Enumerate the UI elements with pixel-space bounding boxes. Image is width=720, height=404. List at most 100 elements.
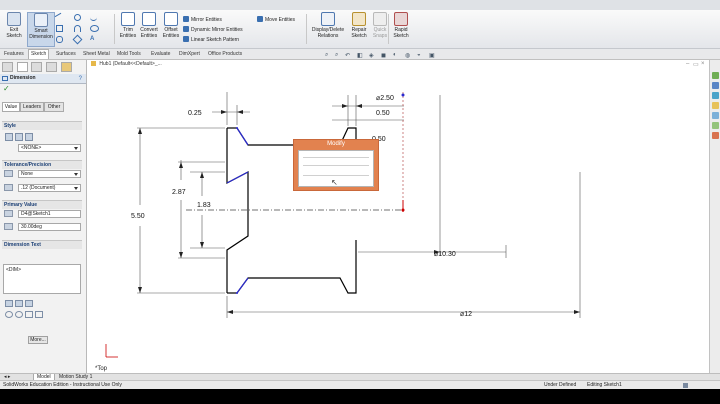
primary-value-section-header[interactable]: Primary Value	[2, 200, 82, 209]
dimension-text-box[interactable]: <DIM>	[3, 264, 81, 294]
zoom-area-icon[interactable]: ⌕	[335, 52, 338, 59]
minimize-icon[interactable]: –	[686, 61, 689, 67]
tab-dimxpert[interactable]: DimXpert	[177, 50, 202, 59]
sketch-point[interactable]	[236, 292, 238, 294]
mirror-entities-button[interactable]: Mirror Entities	[183, 16, 222, 24]
rapid-sketch-button[interactable]: Rapid Sketch	[389, 12, 413, 39]
feature-manager-tab[interactable]	[2, 62, 13, 72]
dynamic-mirror-button[interactable]: Dynamic Mirror Entities	[183, 26, 243, 34]
diameter-symbol-icon[interactable]	[5, 311, 13, 318]
tab-surfaces[interactable]: Surfaces	[54, 50, 78, 59]
polygon-tool-icon[interactable]	[72, 34, 83, 45]
zoom-to-fit-icon[interactable]: ⌕	[325, 52, 328, 59]
circle-tool-icon[interactable]	[74, 14, 81, 21]
display-manager-tab[interactable]	[60, 62, 72, 72]
smart-dimension-button[interactable]: Smart Dimension	[27, 12, 55, 47]
graphics-area[interactable]: 0.25 ⌀2.50 0.50 0.50 2.87 1.83 5.50 ⌀10.…	[87, 60, 709, 373]
text-tool-icon[interactable]: A	[90, 36, 97, 43]
dimension-text-section-header[interactable]: Dimension Text	[2, 240, 82, 249]
precision-dropdown[interactable]: .12 (Document)	[18, 184, 81, 192]
tolerance-section-header[interactable]: Tolerance/Precision	[2, 160, 82, 169]
spline-tool-icon[interactable]	[90, 14, 97, 21]
modify-dialog[interactable]: Modify ↖	[293, 139, 379, 191]
dimension-0.50-top[interactable]: 0.50	[376, 110, 390, 117]
chamfer-inner-top[interactable]	[226, 171, 249, 184]
sketch-profile-left[interactable]	[226, 128, 249, 293]
modify-value-field[interactable]	[303, 165, 369, 166]
style-dropdown[interactable]: <NONE>	[18, 144, 81, 152]
design-library-icon[interactable]	[712, 82, 719, 89]
display-delete-relations-button[interactable]: Display/Delete Relations	[309, 12, 347, 39]
appearances-icon[interactable]	[712, 112, 719, 119]
tab-sheet-metal[interactable]: Sheet Metal	[81, 50, 112, 59]
dimxpert-manager-tab[interactable]	[46, 62, 58, 72]
dimension-0.25[interactable]: 0.25	[188, 110, 202, 117]
subtab-value[interactable]: Value	[2, 102, 20, 112]
centerline-symbol-icon[interactable]	[35, 311, 43, 318]
view-settings-icon[interactable]: ▣	[429, 52, 435, 59]
symbol-button[interactable]	[5, 300, 13, 307]
section-view-icon[interactable]: ◧	[357, 52, 363, 59]
chamfer-bottom[interactable]	[236, 277, 249, 294]
tab-sketch[interactable]: Sketch	[28, 49, 50, 59]
sketch-profile-bottom[interactable]	[236, 240, 357, 294]
sketch-canvas[interactable]: 0.25 ⌀2.50 0.50 0.50 2.87 1.83 5.50 ⌀10.…	[87, 60, 709, 373]
subtab-other[interactable]: Other	[44, 102, 64, 112]
degree-symbol-icon[interactable]	[15, 311, 23, 318]
primary-value-name-field[interactable]: D4@Sketch1	[18, 210, 81, 218]
chamfer-top[interactable]	[236, 127, 249, 146]
primary-value-field[interactable]: 30.00deg	[18, 223, 81, 231]
line-tool-icon[interactable]	[54, 12, 65, 23]
sketch-point[interactable]	[401, 93, 405, 97]
restore-icon[interactable]: ▭	[693, 61, 699, 68]
more-button[interactable]: More...	[28, 336, 48, 344]
symbol-button[interactable]	[25, 300, 33, 307]
tab-office-products[interactable]: Office Products	[206, 50, 244, 59]
custom-properties-icon[interactable]	[712, 122, 719, 129]
tab-evaluate[interactable]: Evaluate	[149, 50, 172, 59]
tab-mold-tools[interactable]: Mold Tools	[115, 50, 143, 59]
tab-features[interactable]: Features	[2, 50, 26, 59]
file-explorer-icon[interactable]	[712, 92, 719, 99]
view-palette-icon[interactable]	[712, 102, 719, 109]
plus-minus-symbol-icon[interactable]	[25, 311, 33, 318]
configuration-manager-tab[interactable]	[31, 62, 43, 72]
sketch-point[interactable]	[236, 127, 238, 129]
update-style-icon[interactable]	[15, 133, 23, 141]
hide-show-icon[interactable]: ◐	[393, 52, 397, 58]
edit-appearance-icon[interactable]: ◍	[405, 52, 410, 59]
solidworks-resources-icon[interactable]	[712, 72, 719, 79]
property-manager-tab[interactable]	[16, 62, 28, 72]
status-units-icon[interactable]	[683, 383, 688, 388]
dimension-dia-10.30[interactable]: ⌀10.30	[434, 251, 456, 258]
ok-button[interactable]: ✓	[3, 85, 10, 93]
style-icons[interactable]	[5, 133, 45, 141]
subtab-leaders[interactable]: Leaders	[20, 102, 44, 112]
move-entities-button[interactable]: Move Entities	[257, 16, 295, 24]
close-icon[interactable]: ×	[701, 61, 705, 67]
scene-icon[interactable]: ◒	[417, 52, 421, 58]
convert-entities-button[interactable]: Convert Entities	[137, 12, 161, 39]
delete-style-icon[interactable]	[25, 133, 33, 141]
help-icon[interactable]: ?	[79, 75, 82, 84]
dimension-1.83[interactable]: 1.83	[197, 202, 211, 209]
symbol-button[interactable]	[15, 300, 23, 307]
exit-sketch-button[interactable]: Exit Sketch	[2, 12, 26, 39]
add-style-icon[interactable]	[5, 133, 13, 141]
dimension-2.87[interactable]: 2.87	[172, 189, 186, 196]
dimension-dia-12[interactable]: ⌀12	[460, 311, 472, 318]
previous-view-icon[interactable]: ↶	[345, 52, 350, 59]
view-orientation-icon[interactable]: ◈	[369, 52, 374, 59]
slot-tool-icon[interactable]	[56, 36, 63, 43]
ellipse-tool-icon[interactable]	[90, 25, 99, 32]
linear-sketch-pattern-button[interactable]: Linear Sketch Pattern	[183, 36, 239, 44]
rectangle-tool-icon[interactable]	[56, 25, 63, 32]
tolerance-type-dropdown[interactable]: None	[18, 170, 81, 178]
forum-icon[interactable]	[712, 132, 719, 139]
display-style-icon[interactable]: ◼	[381, 52, 386, 59]
feature-tree-breadcrumb[interactable]: Hub1 (Default<<Default>_...	[91, 61, 162, 67]
offset-entities-button[interactable]: Offset Entities	[159, 12, 183, 39]
arc-tool-icon[interactable]	[74, 25, 81, 32]
dimension-dia-2.50[interactable]: ⌀2.50	[376, 95, 394, 102]
dimension-5.50[interactable]: 5.50	[131, 213, 145, 220]
